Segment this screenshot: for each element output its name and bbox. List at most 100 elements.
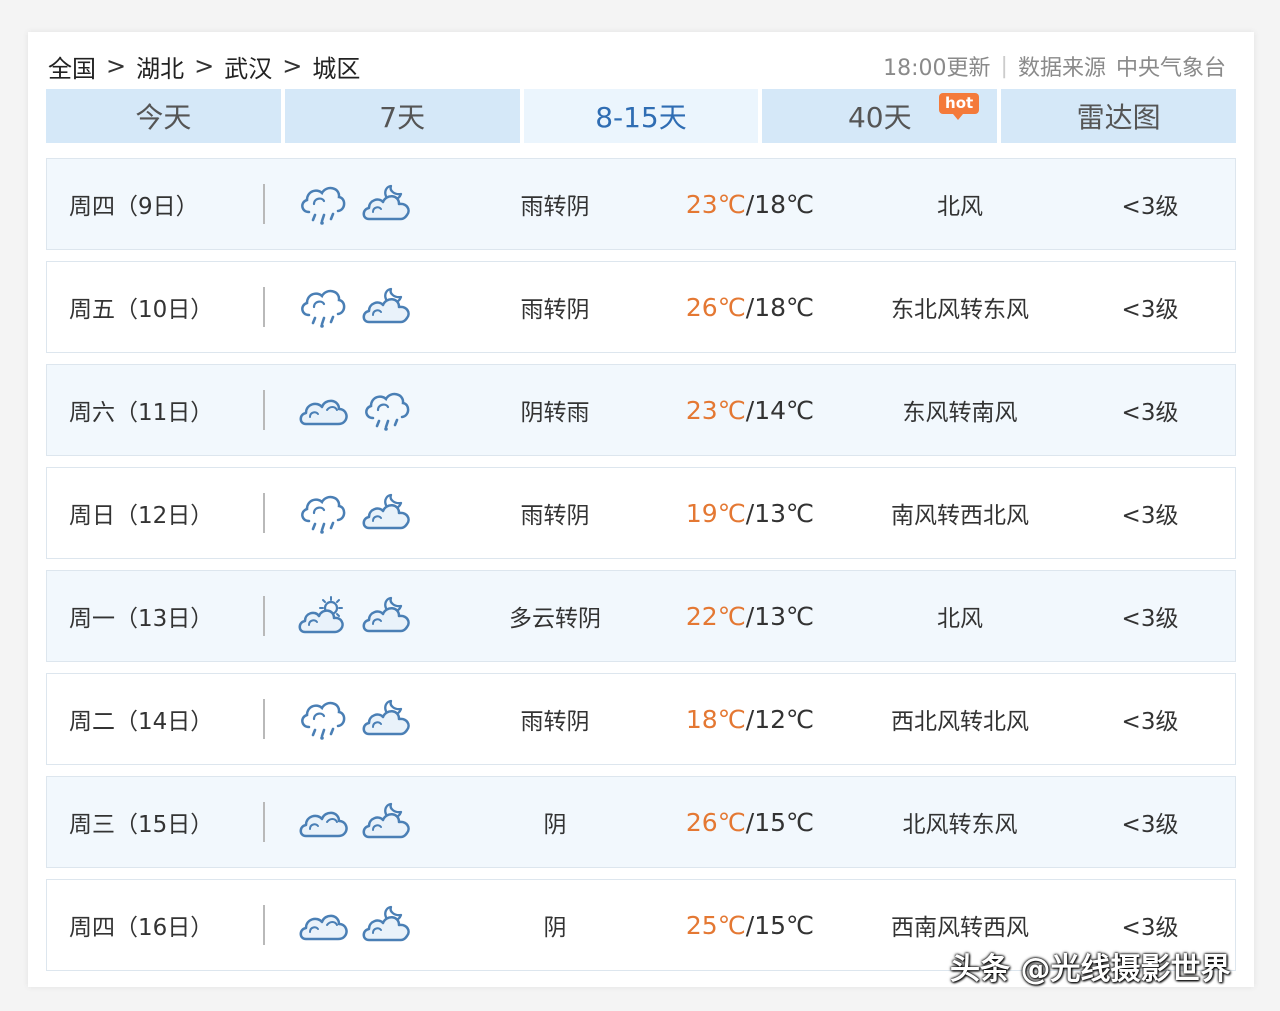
rain-cloud-icon xyxy=(297,182,349,226)
forecast-tabs: 今天 7天 8-15天 40天 hot 雷达图 xyxy=(46,89,1236,143)
weather-icons xyxy=(255,491,455,535)
wind-direction: 东北风转东风 xyxy=(891,297,1029,323)
night-cloudy-icon xyxy=(361,697,413,741)
temp-high: 22℃ xyxy=(685,601,746,631)
weather-icons xyxy=(255,388,455,432)
forecast-row: 周日（12日） 雨转阴 19℃/13℃ 南风转西北风 <3级 xyxy=(46,467,1236,559)
rain-cloud-icon xyxy=(297,491,349,535)
forecast-row: 周一（13日） 多云转阴 22℃/13℃ 北风 <3级 xyxy=(46,570,1236,662)
temp-low: 13℃ xyxy=(754,498,815,528)
temp-high: 26℃ xyxy=(685,292,746,322)
partly-cloudy-icon xyxy=(297,594,349,638)
tab-7-days[interactable]: 7天 xyxy=(284,89,520,143)
tab-8-15-days[interactable]: 8-15天 xyxy=(523,89,759,143)
weather-text: 阴转雨 xyxy=(520,400,590,426)
overcast-icon xyxy=(297,800,349,844)
forecast-row: 周二（14日） 雨转阴 18℃/12℃ 西北风转北风 <3级 xyxy=(46,673,1236,765)
hot-badge: hot xyxy=(939,93,980,120)
temp-low: 15℃ xyxy=(754,910,815,940)
day-label: 周日（12日） xyxy=(69,503,214,529)
breadcrumb-wuhan[interactable]: 武汉 xyxy=(224,49,272,84)
temp-high: 23℃ xyxy=(685,395,746,425)
wind-direction: 西南风转西风 xyxy=(891,915,1029,941)
weather-icons xyxy=(255,182,455,226)
rain-cloud-icon xyxy=(297,285,349,329)
night-cloudy-icon xyxy=(361,285,413,329)
temp-low: 15℃ xyxy=(754,807,815,837)
overcast-icon xyxy=(297,903,349,947)
temp-high: 18℃ xyxy=(685,704,746,734)
forecast-row: 周三（15日） 阴 26℃/15℃ 北风转东风 <3级 xyxy=(46,776,1236,868)
breadcrumb-separator: > xyxy=(194,52,215,80)
temp-low: 14℃ xyxy=(754,395,815,425)
night-cloudy-icon xyxy=(361,594,413,638)
wind-direction: 北风 xyxy=(937,194,983,220)
data-source-label: 数据来源 xyxy=(1017,56,1106,81)
weather-icons xyxy=(255,697,455,741)
weather-icons xyxy=(255,594,455,638)
breadcrumb-national[interactable]: 全国 xyxy=(48,49,96,84)
wind-level: <3级 xyxy=(1121,297,1179,323)
wind-level: <3级 xyxy=(1121,915,1179,941)
temp-separator: / xyxy=(745,601,755,631)
weather-text: 多云转阴 xyxy=(509,606,601,632)
wind-level: <3级 xyxy=(1121,812,1179,838)
breadcrumb-separator: > xyxy=(106,52,127,80)
forecast-list: 周四（9日） 雨转阴 23℃/18℃ 北风 <3级 周五（10日） 雨转阴 26… xyxy=(46,158,1236,982)
tab-label: 40天 xyxy=(847,101,912,134)
rain-cloud-icon xyxy=(297,697,349,741)
tab-label: 雷达图 xyxy=(1076,101,1161,134)
day-label: 周四（16日） xyxy=(69,915,214,941)
temp-high: 23℃ xyxy=(685,189,746,219)
update-time: 18:00更新 xyxy=(883,56,991,81)
tab-40-days[interactable]: 40天 hot xyxy=(762,89,998,143)
wind-direction: 北风 xyxy=(937,606,983,632)
tab-label: 今天 xyxy=(135,101,192,134)
tab-radar[interactable]: 雷达图 xyxy=(1001,89,1236,143)
weather-icons xyxy=(255,285,455,329)
weather-text: 雨转阴 xyxy=(520,194,590,220)
weather-icons xyxy=(255,800,455,844)
weather-text: 雨转阴 xyxy=(520,503,590,529)
wind-direction: 东风转南风 xyxy=(902,400,1018,426)
update-info: 18:00更新 | 数据来源 中央气象台 xyxy=(883,50,1226,82)
temperature: 26℃/18℃ xyxy=(655,293,845,322)
temp-separator: / xyxy=(745,395,755,425)
temp-separator: / xyxy=(745,807,755,837)
temp-separator: / xyxy=(745,910,755,940)
temperature: 22℃/13℃ xyxy=(655,602,845,631)
day-label: 周一（13日） xyxy=(69,606,214,632)
temp-low: 18℃ xyxy=(754,189,815,219)
temp-low: 12℃ xyxy=(754,704,815,734)
weather-text: 雨转阴 xyxy=(520,297,590,323)
wind-level: <3级 xyxy=(1121,709,1179,735)
day-label: 周六（11日） xyxy=(69,400,214,426)
temperature: 23℃/18℃ xyxy=(655,190,845,219)
night-cloudy-icon xyxy=(361,182,413,226)
day-label: 周二（14日） xyxy=(69,709,214,735)
watermark: 头条 @光线摄影世界 xyxy=(950,952,1231,987)
wind-direction: 南风转西北风 xyxy=(891,503,1029,529)
temp-low: 13℃ xyxy=(754,601,815,631)
wind-level: <3级 xyxy=(1121,400,1179,426)
wind-level: <3级 xyxy=(1121,606,1179,632)
night-cloudy-icon xyxy=(361,491,413,535)
forecast-row: 周五（10日） 雨转阴 26℃/18℃ 东北风转东风 <3级 xyxy=(46,261,1236,353)
breadcrumb-district: 城区 xyxy=(312,54,361,83)
weather-text: 雨转阴 xyxy=(520,709,590,735)
wind-direction: 西北风转北风 xyxy=(891,709,1029,735)
weather-card: 全国 > 湖北 > 武汉 > 城区 18:00更新 | 数据来源 中央气象台 今… xyxy=(28,32,1254,987)
data-source: 中央气象台 xyxy=(1115,56,1226,81)
temp-high: 26℃ xyxy=(685,807,746,837)
topbar: 全国 > 湖北 > 武汉 > 城区 18:00更新 | 数据来源 中央气象台 xyxy=(48,46,1226,86)
breadcrumb-hubei[interactable]: 湖北 xyxy=(136,49,184,84)
weather-text: 阴 xyxy=(543,812,567,838)
tab-label: 7天 xyxy=(379,101,426,134)
temp-separator: / xyxy=(745,498,755,528)
temperature: 25℃/15℃ xyxy=(655,911,845,940)
temp-high: 25℃ xyxy=(685,910,746,940)
tab-today[interactable]: 今天 xyxy=(46,89,281,143)
night-cloudy-icon xyxy=(361,800,413,844)
rain-cloud-icon xyxy=(361,388,413,432)
weather-icons xyxy=(255,903,455,947)
